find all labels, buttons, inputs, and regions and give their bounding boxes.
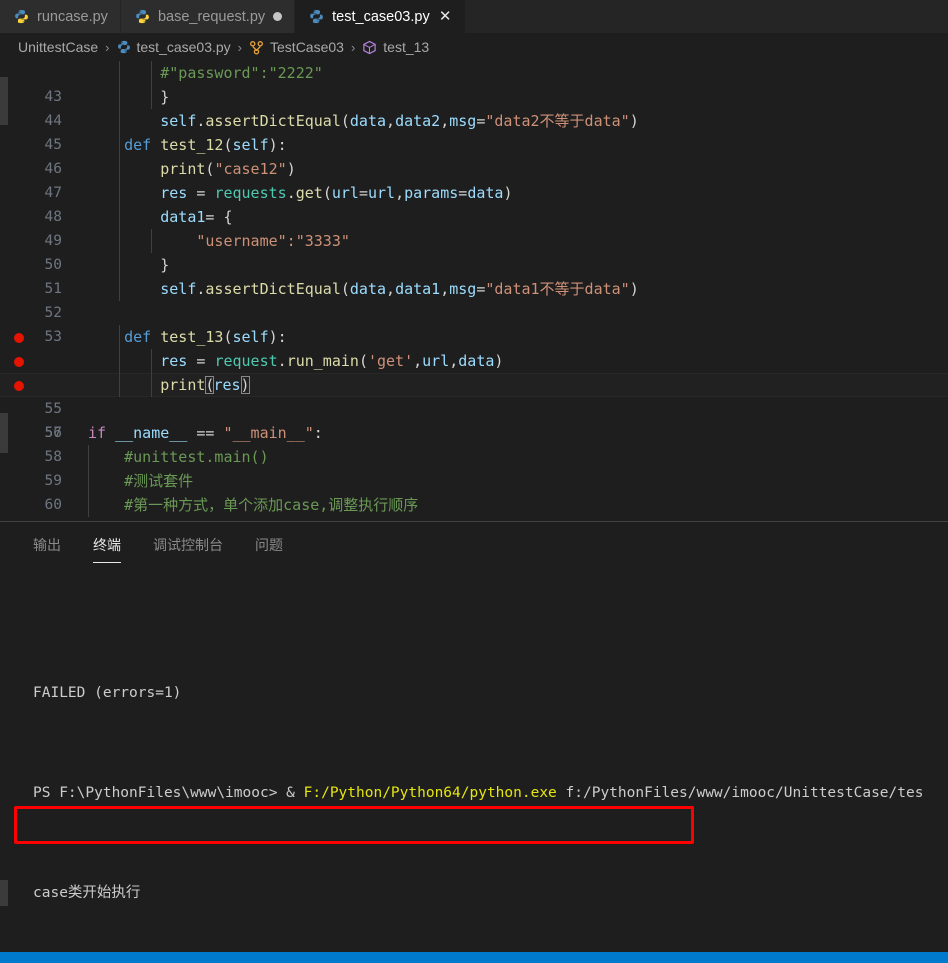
breadcrumb-separator-icon: › — [105, 39, 110, 55]
breadcrumb-item-class[interactable]: TestCase03 — [249, 39, 344, 55]
code-text: print(res) — [88, 376, 250, 394]
unsaved-dot-icon[interactable] — [273, 12, 283, 21]
code-text: res = requests.get(url=url,params=data) — [88, 184, 513, 202]
terminal-line: FAILED (errors=1) — [33, 685, 182, 701]
code-text: #测试套件 — [88, 472, 194, 490]
breadcrumb-label: test_13 — [383, 39, 430, 55]
code-text: } — [88, 256, 170, 274]
panel-tab-debug-console[interactable]: 调试控制台 — [153, 535, 223, 563]
code-line[interactable]: 58 if __name__ == "__main__": — [0, 421, 948, 465]
editor-tab-label: base_request.py — [157, 8, 266, 25]
code-text: print("case12") — [88, 160, 296, 178]
python-icon — [117, 40, 131, 54]
tab-bar-filler — [465, 0, 948, 33]
panel-tab-label: 调试控制台 — [153, 537, 223, 553]
breadcrumb-separator-icon: › — [350, 39, 356, 55]
panel-tab-output[interactable]: 输出 — [33, 535, 61, 563]
terminal-cmd-args: f:/PythonFiles/www/imooc/UnittestCase/te… — [556, 785, 924, 801]
code-line[interactable]: 49 data1= { — [0, 205, 948, 249]
panel-scroll-marker — [0, 880, 8, 906]
breadcrumb-separator-icon: › — [237, 39, 243, 55]
code-text: def test_12(self): — [88, 136, 287, 154]
panel-tab-terminal[interactable]: 终端 — [93, 535, 121, 563]
terminal-output[interactable]: FAILED (errors=1) PS F:\PythonFiles\www\… — [0, 563, 948, 963]
python-icon — [14, 9, 29, 24]
code-line[interactable]: 55 res = request.run_main('get',url,data… — [0, 349, 948, 417]
python-icon — [309, 9, 324, 24]
code-text: if __name__ == "__main__": — [88, 424, 323, 442]
terminal-prompt: PS F:\PythonFiles\www\imooc> & — [33, 785, 304, 801]
code-text: res = request.run_main('get',url,data) — [88, 352, 504, 370]
code-text: self.assertDictEqual(data,data2,msg="dat… — [88, 112, 639, 130]
editor-tab-runcase[interactable]: runcase.py — [0, 0, 121, 33]
code-line[interactable]: 59 #unittest.main() — [0, 445, 948, 489]
breadcrumb-label: test_case03.py — [136, 39, 231, 55]
code-text: "username":"3333" — [88, 232, 350, 250]
breakpoint-icon[interactable] — [14, 381, 24, 391]
terminal-line-command: PS F:\PythonFiles\www\imooc> & F:/Python… — [33, 781, 948, 806]
line-number: 61 — [0, 517, 62, 521]
class-icon — [249, 40, 264, 55]
bottom-panel: 输出 终端 调试控制台 问题 FAILED (errors=1) PS F:\P… — [0, 522, 948, 963]
editor-tab-base-request[interactable]: base_request.py — [120, 0, 296, 33]
breadcrumb: UnittestCase › test_case03.py › TestCase… — [0, 33, 948, 61]
code-text: def test_13(self): — [88, 328, 287, 346]
code-line[interactable]: 43 #"password":"2222" — [0, 61, 948, 105]
code-line[interactable]: 60 #测试套件 — [0, 469, 948, 513]
breakpoint-icon[interactable] — [14, 357, 24, 367]
breadcrumb-item-method[interactable]: test_13 — [362, 39, 429, 55]
status-bar[interactable] — [0, 952, 948, 963]
code-line[interactable]: 61 #第一种方式，单个添加case,调整执行顺序 — [0, 493, 948, 517]
code-text: #"password":"2222" — [88, 64, 323, 82]
code-line[interactable]: 51 } — [0, 253, 948, 297]
panel-tab-problems[interactable]: 问题 — [255, 535, 283, 563]
close-icon[interactable]: ✕ — [438, 9, 453, 24]
python-icon — [135, 9, 150, 24]
editor-tab-bar: runcase.py base_request.py test_case03.p… — [0, 0, 948, 33]
code-line[interactable]: 45 self.assertDictEqual(data,data2,msg="… — [0, 109, 948, 153]
code-line[interactable]: 54 def test_13(self): — [0, 325, 948, 393]
panel-tab-label: 输出 — [33, 537, 61, 553]
code-line[interactable]: 48 res = requests.get(url=url,params=dat… — [0, 181, 948, 225]
breadcrumb-label: TestCase03 — [270, 39, 344, 55]
code-line[interactable]: 44 } — [0, 85, 948, 129]
editor-tab-label: runcase.py — [37, 8, 108, 25]
code-text: data1= { — [88, 208, 233, 226]
breadcrumb-label: UnittestCase — [18, 39, 99, 55]
code-text: #第一种方式，单个添加case,调整执行顺序 — [88, 496, 419, 514]
code-lines[interactable]: 43 #"password":"2222" 44 } 45 self.asser… — [0, 61, 948, 521]
code-line[interactable]: 52 self.assertDictEqual(data,data1,msg="… — [0, 277, 948, 321]
panel-tab-label: 终端 — [93, 537, 121, 553]
terminal-line: case类开始执行 — [33, 885, 141, 901]
code-line[interactable]: 46 def test_12(self): — [0, 133, 948, 177]
panel-tab-label: 问题 — [255, 537, 283, 553]
breadcrumb-item-folder[interactable]: UnittestCase — [18, 39, 98, 55]
editor-tab-test-case03[interactable]: test_case03.py ✕ — [295, 0, 466, 33]
code-text: } — [88, 88, 170, 106]
editor-tab-label: test_case03.py — [332, 8, 430, 25]
code-line[interactable]: 50 "username":"3333" — [0, 229, 948, 273]
breadcrumb-item-file[interactable]: test_case03.py — [117, 39, 231, 55]
code-line[interactable]: 47 print("case12") — [0, 157, 948, 201]
method-cube-icon — [362, 40, 377, 55]
code-line[interactable]: 53 — [0, 301, 948, 345]
code-line[interactable]: 57 — [0, 397, 948, 441]
code-text: #unittest.main() — [88, 448, 269, 466]
vscode-window: runcase.py base_request.py test_case03.p… — [0, 0, 948, 963]
panel-tab-bar: 输出 终端 调试控制台 问题 — [0, 522, 948, 563]
breakpoint-icon[interactable] — [14, 333, 24, 343]
code-text: self.assertDictEqual(data,data1,msg="dat… — [88, 280, 639, 298]
code-line-current[interactable]: 56 print(res) — [0, 373, 948, 441]
terminal-exe-path: F:/Python/Python64/python.exe — [303, 785, 557, 801]
code-editor[interactable]: 43 #"password":"2222" 44 } 45 self.asser… — [0, 61, 948, 521]
